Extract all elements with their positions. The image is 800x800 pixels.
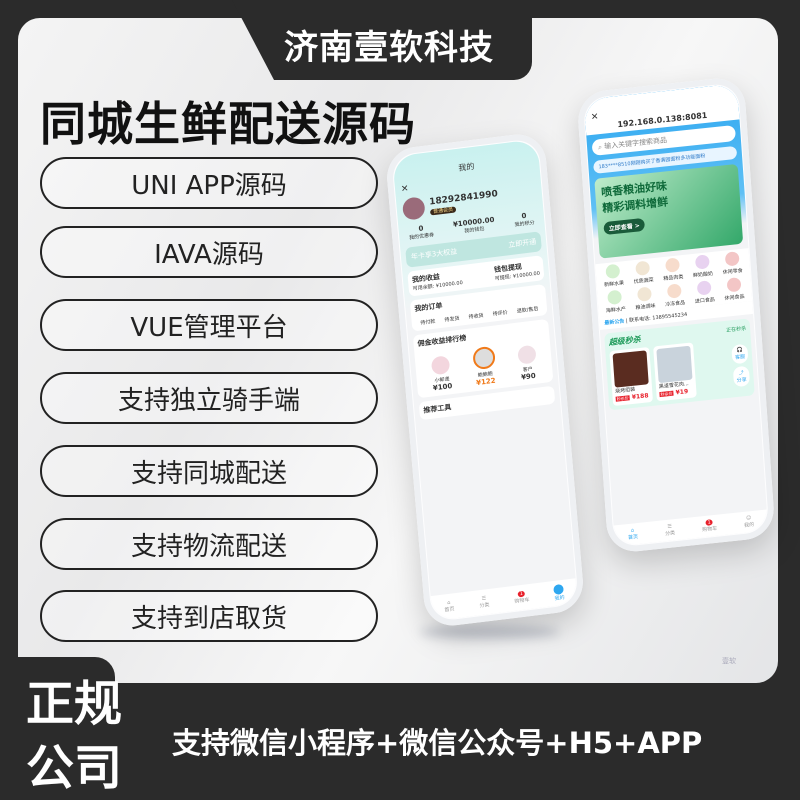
feature-pill: IAVA源码 (40, 226, 378, 278)
banner-button[interactable]: 立即查看 > (603, 217, 646, 236)
order-refund[interactable]: 退款/售后 (517, 305, 539, 315)
order-pending-ship[interactable]: 待发货 (444, 315, 459, 324)
phone-home: ✕ 192.168.0.138:8081 ⌕ 输入关键字搜索商品 183****… (576, 75, 776, 555)
vip-action[interactable]: 立即开通 (508, 237, 537, 250)
earnings[interactable]: 我的收益 可用余额: ¥10000.00 (412, 269, 463, 292)
rank-item: 客户 ¥90 (516, 344, 538, 382)
category-item[interactable]: 精品肉类 (659, 257, 687, 283)
close-icon[interactable]: ✕ (591, 112, 599, 123)
rank-item: 鲍鲍鲍 ¥122 (471, 345, 497, 388)
category-item[interactable]: 粮油调味 (631, 286, 659, 312)
tab-mine[interactable]: 我的 (553, 583, 565, 602)
orders-title: 我的订单 (414, 301, 443, 314)
tab-category[interactable]: ☰ 分类 (664, 523, 675, 537)
tab-cart[interactable]: 1 购物车 (701, 519, 717, 533)
product-card[interactable]: 黑道雪花肉... 秒杀价 ¥19 (653, 342, 697, 402)
category-item[interactable]: 鲜奶酸奶 (688, 254, 716, 280)
stat-coupons[interactable]: 0 我的优惠券 (408, 223, 434, 241)
tab-mine[interactable]: ☺ 我的 (744, 515, 754, 529)
order-pending-receive[interactable]: 待收货 (468, 312, 483, 321)
rank-item: 小邮递 ¥100 (430, 355, 453, 392)
flash-title: 超级秒杀 (608, 334, 641, 348)
category-item[interactable]: 休闲食品 (720, 276, 748, 302)
promo-banner[interactable]: 喷香粮油好味 精彩调料增鲜 立即查看 > (594, 163, 744, 259)
tab-cart[interactable]: 1 购物车 (514, 590, 530, 605)
flash-more[interactable]: 正在秒杀 (726, 325, 746, 334)
tab-home[interactable]: ⌂ 首页 (627, 527, 638, 541)
stat-label: 我的积分 (514, 219, 535, 229)
category-item[interactable]: 新鲜水果 (599, 263, 627, 289)
company-badge: 正规 公司 (26, 676, 123, 796)
withdraw[interactable]: 钱包提现 可提现: ¥10000.00 (494, 260, 540, 282)
category-item[interactable]: 进口食品 (690, 280, 718, 306)
product-card[interactable]: 烧烤组装 秒杀价 ¥188 (609, 346, 654, 407)
vip-text: 年卡享3大权益 (410, 247, 458, 262)
category-item[interactable]: 冷冻食品 (660, 283, 688, 309)
category-item[interactable]: 海鲜水产 (601, 289, 629, 315)
service-button[interactable]: 🎧 客服 (731, 343, 749, 364)
tools-title: 推荐工具 (423, 403, 452, 415)
feature-pill: VUE管理平台 (40, 299, 378, 351)
watermark: 壹软 (722, 657, 736, 665)
share-button[interactable]: ⤴ 分享 (732, 365, 751, 387)
avatar[interactable] (401, 196, 426, 221)
feature-pill: 支持独立骑手端 (40, 372, 378, 424)
brand-name: 济南壹软科技 (284, 28, 494, 68)
level-badge: 普通会员 (429, 206, 457, 216)
category-item[interactable]: 优质蔬菜 (629, 260, 657, 286)
feature-pill: 支持物流配送 (40, 518, 378, 570)
tab-home[interactable]: ⌂ 首页 (444, 599, 454, 614)
headline: 同城生鲜配送源码 (40, 97, 416, 151)
stat-wallet[interactable]: ¥10000.00 我的钱包 (453, 216, 496, 236)
order-pending-review[interactable]: 待评价 (492, 309, 507, 318)
feature-pill: UNI APP源码 (40, 157, 378, 209)
ranking-title: 佣金收益排行榜 (417, 334, 467, 348)
tab-category[interactable]: ☰ 分类 (479, 595, 489, 609)
phone-shadow (420, 625, 560, 639)
brand-tab: 济南壹软科技 (232, 0, 532, 80)
stat-points[interactable]: 0 我的积分 (514, 211, 535, 229)
feature-pill: 支持同城配送 (40, 445, 378, 497)
feature-pill: 支持到店取货 (40, 590, 378, 642)
stat-label: 我的优惠券 (408, 232, 435, 242)
order-pending-pay[interactable]: 待付款 (420, 318, 435, 327)
platform-slogan: 支持微信小程序+微信公众号+H5+APP (172, 726, 703, 760)
category-item[interactable]: 休闲零食 (718, 251, 746, 277)
